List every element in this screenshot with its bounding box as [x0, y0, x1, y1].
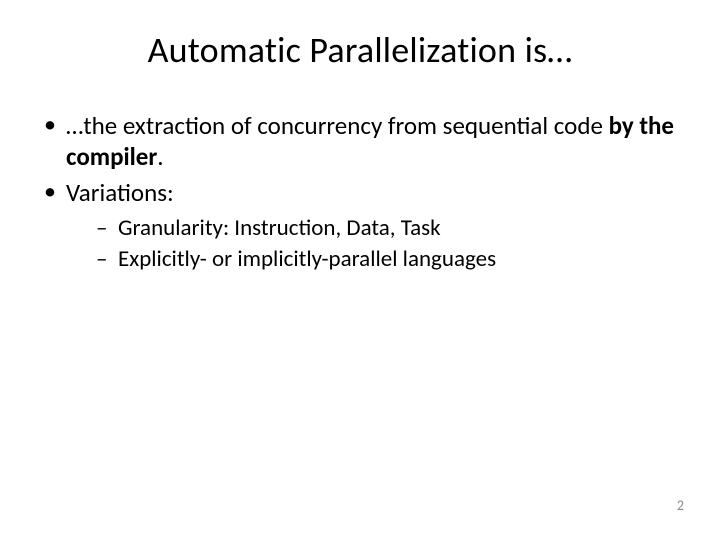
page-number: 2 — [677, 497, 684, 514]
bullet-item-1: …the extraction of concurrency from sequ… — [40, 110, 680, 173]
sub-bullet-list: Granularity: Instruction, Data, Task Exp… — [96, 214, 680, 274]
bullet-1-pre: …the extraction of concurrency from sequ… — [66, 110, 609, 141]
slide-title: Automatic Parallelization is… — [40, 28, 680, 72]
bullet-1-post: . — [157, 141, 163, 172]
bullet-2-text: Variations: — [66, 177, 174, 208]
bullet-item-2: Variations: Granularity: Instruction, Da… — [40, 177, 680, 274]
slide: Automatic Parallelization is… …the extra… — [0, 0, 720, 540]
sub-bullet-2: Explicitly- or implicitly-parallel langu… — [96, 245, 680, 274]
sub-bullet-1: Granularity: Instruction, Data, Task — [96, 214, 680, 243]
bullet-list: …the extraction of concurrency from sequ… — [40, 110, 680, 273]
